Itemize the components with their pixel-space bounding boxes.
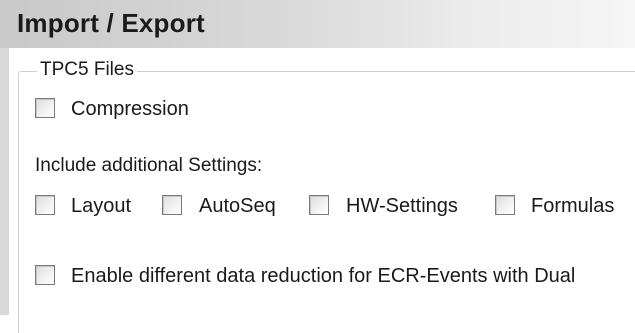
groupbox-legend: TPC5 Files xyxy=(37,59,137,81)
panel-content: TPC5 Files Compression Include additiona… xyxy=(0,48,635,333)
hw-settings-checkbox[interactable] xyxy=(309,195,329,215)
hw-settings-label[interactable]: HW-Settings xyxy=(346,195,458,218)
formulas-checkbox[interactable] xyxy=(495,195,515,215)
autoseq-checkbox[interactable] xyxy=(162,195,182,215)
additional-settings-label: Include additional Settings: xyxy=(35,155,263,176)
data-reduction-label[interactable]: Enable different data reduction for ECR-… xyxy=(71,265,575,288)
formulas-label[interactable]: Formulas xyxy=(531,195,614,218)
panel-header: Import / Export xyxy=(0,0,635,48)
compression-label[interactable]: Compression xyxy=(71,98,189,121)
compression-checkbox[interactable] xyxy=(35,98,55,118)
panel-title: Import / Export xyxy=(17,8,205,38)
autoseq-label[interactable]: AutoSeq xyxy=(199,195,276,218)
layout-label[interactable]: Layout xyxy=(71,195,131,218)
layout-checkbox[interactable] xyxy=(35,195,55,215)
data-reduction-checkbox[interactable] xyxy=(35,265,55,285)
